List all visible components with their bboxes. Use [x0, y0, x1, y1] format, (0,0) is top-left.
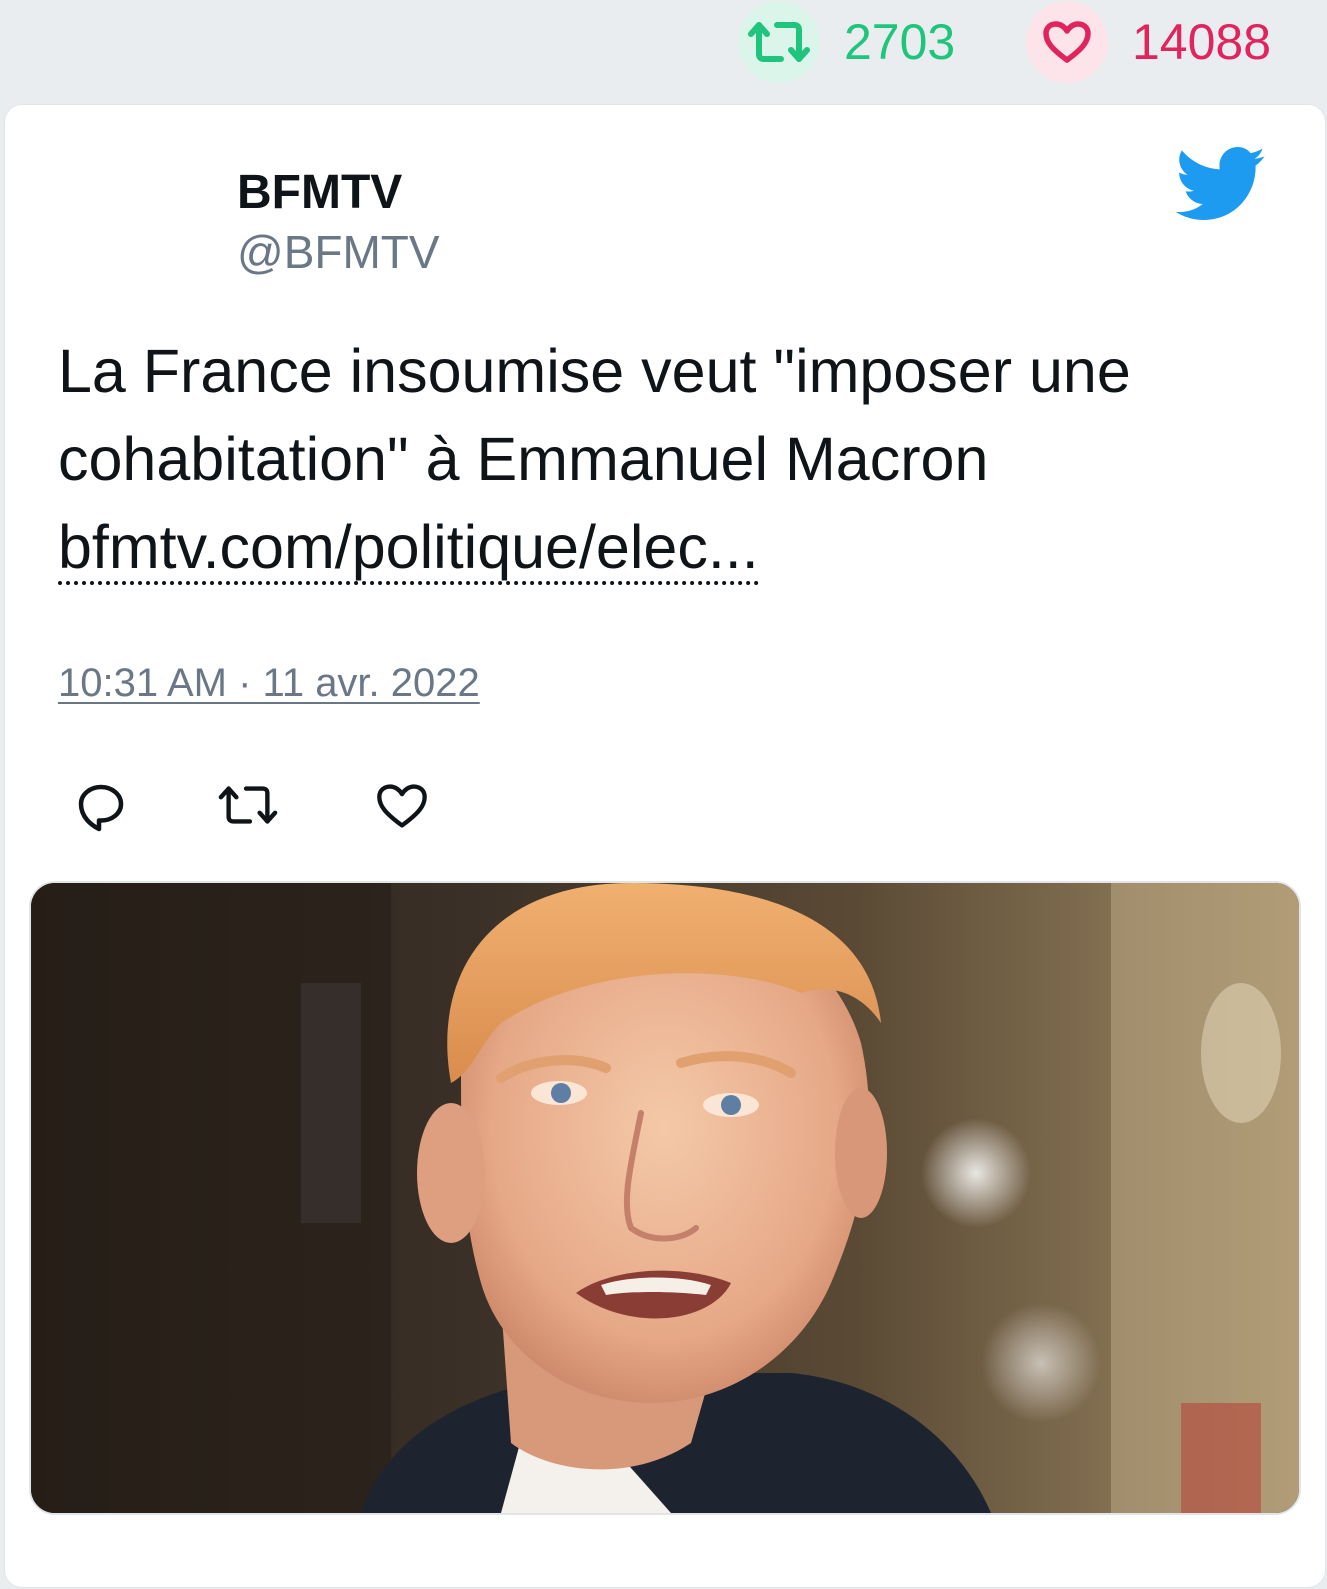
engagement-stats: 2703 14088 [0, 0, 1327, 90]
author-handle[interactable]: @BFMTV [237, 225, 440, 279]
retweet-icon [218, 786, 278, 824]
tweet-text: La France insoumise veut "imposer une co… [58, 327, 1278, 591]
like-button[interactable] [375, 781, 429, 836]
like-count: 14088 [1132, 14, 1272, 70]
reply-button[interactable] [75, 781, 127, 838]
reply-icon [78, 784, 124, 832]
like-count-stat[interactable]: 14088 [1026, 1, 1271, 83]
heart-icon [1026, 1, 1108, 83]
tweet-timestamp[interactable]: 10:31 AM · 11 avr. 2022 [58, 661, 480, 706]
retweet-icon [738, 1, 820, 83]
tweet-media-image[interactable] [29, 881, 1301, 1515]
tweet-card: BFMTV @BFMTV La France insoumise veut "i… [4, 104, 1326, 1588]
twitter-bird-icon[interactable] [1175, 147, 1267, 228]
tweet-body: La France insoumise veut "imposer une co… [58, 337, 1131, 493]
retweet-count: 2703 [844, 14, 956, 70]
author-name[interactable]: BFMTV [237, 165, 402, 220]
retweet-button[interactable] [217, 781, 279, 834]
portrait-photo [31, 883, 1299, 1513]
tweet-link[interactable]: bfmtv.com/politique/elec... [58, 513, 759, 585]
heart-icon [377, 784, 427, 828]
retweet-count-stat[interactable]: 2703 [738, 1, 955, 83]
